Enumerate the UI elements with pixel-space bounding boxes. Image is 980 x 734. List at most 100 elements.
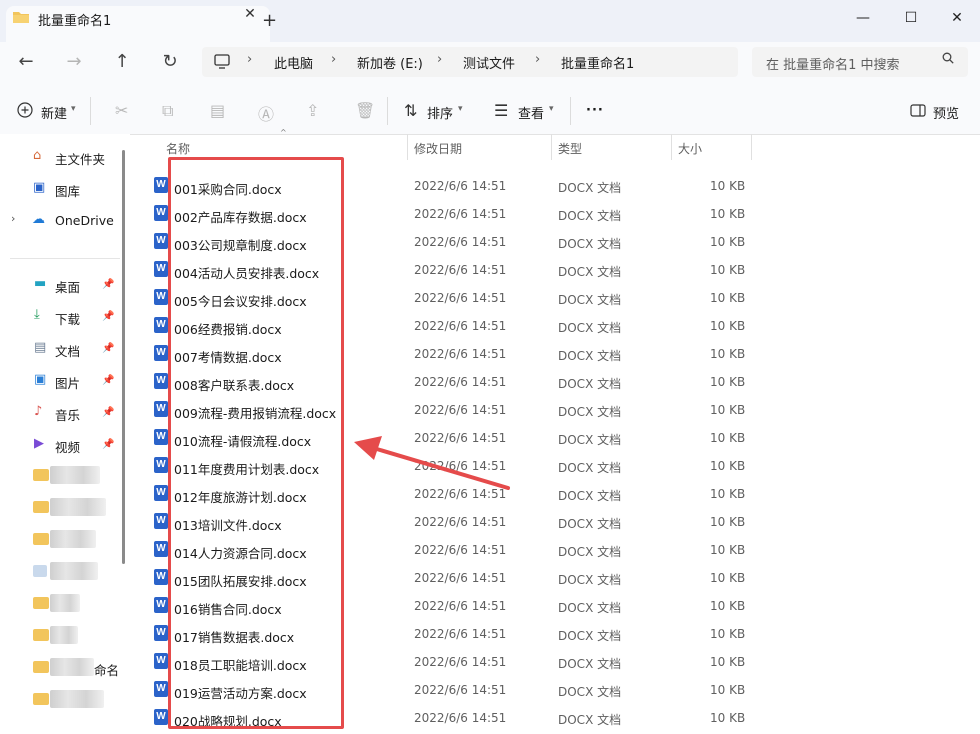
word-document-icon: W bbox=[154, 289, 168, 305]
column-header-size[interactable]: 大小 bbox=[678, 140, 702, 157]
paste-icon[interactable]: ▤ bbox=[210, 101, 225, 120]
file-modified-date: 2022/6/6 14:51 bbox=[414, 627, 507, 641]
music-icon: ♪ bbox=[34, 404, 43, 419]
file-size: 10 KB bbox=[710, 207, 746, 221]
word-document-icon: W bbox=[154, 457, 168, 473]
close-button[interactable]: ✕ bbox=[934, 4, 980, 32]
file-type: DOCX 文档 bbox=[558, 265, 622, 279]
column-header-type[interactable]: 类型 bbox=[558, 140, 582, 157]
file-modified-date: 2022/6/6 14:51 bbox=[414, 235, 507, 249]
sidebar-item-blurred[interactable] bbox=[50, 562, 98, 580]
column-header-name[interactable]: 名称 bbox=[166, 140, 190, 157]
chevron-down-icon: ▾ bbox=[549, 104, 554, 114]
forward-button[interactable]: → bbox=[62, 50, 86, 74]
chevron-down-icon: ▾ bbox=[458, 104, 463, 114]
preview-button[interactable]: 预览 bbox=[933, 103, 959, 122]
file-modified-date: 2022/6/6 14:51 bbox=[414, 207, 507, 221]
search-icon[interactable] bbox=[942, 52, 954, 64]
file-type: DOCX 文档 bbox=[558, 321, 622, 335]
breadcrumb-current-folder[interactable]: 批量重命名1 bbox=[561, 53, 634, 72]
sort-button[interactable]: 排序 bbox=[427, 103, 453, 122]
file-type: DOCX 文档 bbox=[558, 685, 622, 699]
folder-icon bbox=[33, 597, 49, 609]
more-options-button[interactable]: ··· bbox=[586, 103, 604, 118]
file-modified-date: 2022/6/6 14:51 bbox=[414, 291, 507, 305]
file-type: DOCX 文档 bbox=[558, 433, 622, 447]
cut-icon[interactable]: ✂ bbox=[115, 101, 128, 120]
sidebar-item-blurred[interactable] bbox=[50, 626, 78, 644]
chevron-down-icon: ▾ bbox=[71, 104, 76, 114]
breadcrumb-drive[interactable]: 新加卷 (E:) bbox=[357, 53, 423, 72]
file-modified-date: 2022/6/6 14:51 bbox=[414, 347, 507, 361]
column-divider[interactable] bbox=[407, 134, 408, 160]
up-button[interactable]: ↑ bbox=[110, 50, 134, 74]
sidebar-item-music[interactable]: 音乐 bbox=[55, 405, 80, 424]
tab-close-icon[interactable]: ✕ bbox=[240, 6, 260, 22]
gallery-icon: ▣ bbox=[33, 180, 46, 195]
pin-icon: 📌 bbox=[102, 343, 115, 354]
tab-title: 批量重命名1 bbox=[38, 14, 112, 29]
new-button[interactable]: 新建 bbox=[41, 103, 67, 122]
sidebar-scrollbar[interactable] bbox=[122, 150, 125, 564]
sidebar-item-downloads[interactable]: 下载 bbox=[55, 309, 80, 328]
maximize-button[interactable]: ☐ bbox=[888, 4, 934, 32]
file-size: 10 KB bbox=[710, 347, 746, 361]
copy-icon[interactable]: ⧉ bbox=[162, 101, 173, 121]
file-type: DOCX 文档 bbox=[558, 545, 622, 559]
computer-icon bbox=[214, 54, 230, 69]
sidebar-item-blurred[interactable] bbox=[50, 530, 96, 548]
word-document-icon: W bbox=[154, 205, 168, 221]
share-icon[interactable]: ⇪ bbox=[306, 101, 319, 120]
breadcrumb-this-pc[interactable]: 此电脑 bbox=[274, 53, 313, 72]
minimize-button[interactable]: — bbox=[840, 4, 886, 32]
file-size: 10 KB bbox=[710, 627, 746, 641]
expand-chevron-icon[interactable]: › bbox=[11, 212, 15, 225]
file-type: DOCX 文档 bbox=[558, 293, 622, 307]
word-document-icon: W bbox=[154, 597, 168, 613]
column-divider[interactable] bbox=[551, 134, 552, 160]
sidebar-item-blurred[interactable] bbox=[50, 466, 100, 484]
home-icon: ⌂ bbox=[33, 148, 42, 163]
sidebar-item-blurred[interactable] bbox=[50, 594, 80, 612]
word-document-icon: W bbox=[154, 681, 168, 697]
refresh-button[interactable]: ↻ bbox=[158, 50, 182, 74]
preview-pane-icon bbox=[910, 104, 926, 117]
pin-icon: 📌 bbox=[102, 439, 115, 450]
file-type: DOCX 文档 bbox=[558, 713, 622, 727]
file-size: 10 KB bbox=[710, 459, 746, 473]
sidebar-item-pictures[interactable]: 图片 bbox=[55, 373, 80, 392]
file-type: DOCX 文档 bbox=[558, 209, 622, 223]
new-tab-button[interactable]: + bbox=[262, 10, 277, 31]
file-size: 10 KB bbox=[710, 235, 746, 249]
file-modified-date: 2022/6/6 14:51 bbox=[414, 543, 507, 557]
sidebar-item-blurred[interactable] bbox=[50, 658, 94, 676]
file-modified-date: 2022/6/6 14:51 bbox=[414, 179, 507, 193]
column-divider[interactable] bbox=[751, 134, 752, 160]
sidebar-item-blurred[interactable] bbox=[50, 498, 106, 516]
sidebar-item-blurred[interactable] bbox=[50, 690, 104, 708]
file-type: DOCX 文档 bbox=[558, 489, 622, 503]
file-type: DOCX 文档 bbox=[558, 573, 622, 587]
video-icon: ▶ bbox=[34, 436, 44, 451]
file-modified-date: 2022/6/6 14:51 bbox=[414, 319, 507, 333]
sidebar-item-home[interactable]: 主文件夹 bbox=[55, 149, 105, 168]
word-document-icon: W bbox=[154, 569, 168, 585]
sidebar-item-videos[interactable]: 视频 bbox=[55, 437, 80, 456]
delete-icon[interactable]: 🗑 bbox=[355, 101, 375, 120]
back-button[interactable]: ← bbox=[14, 50, 38, 74]
file-modified-date: 2022/6/6 14:51 bbox=[414, 683, 507, 697]
sidebar-item-documents[interactable]: 文档 bbox=[55, 341, 80, 360]
sidebar-item-onedrive[interactable]: OneDrive bbox=[55, 213, 114, 228]
rename-icon[interactable]: Ⓐ bbox=[258, 101, 274, 125]
divider bbox=[10, 258, 120, 259]
sidebar-item-gallery[interactable]: 图库 bbox=[55, 181, 80, 200]
file-type: DOCX 文档 bbox=[558, 601, 622, 615]
sidebar-item-desktop[interactable]: 桌面 bbox=[55, 277, 80, 296]
view-button[interactable]: 查看 bbox=[518, 103, 544, 122]
breadcrumb-test-folder[interactable]: 测试文件 bbox=[463, 53, 515, 72]
column-header-modified[interactable]: 修改日期 bbox=[414, 140, 462, 157]
file-size: 10 KB bbox=[710, 431, 746, 445]
file-size: 10 KB bbox=[710, 403, 746, 417]
sidebar-item-partial-label: 命名 bbox=[94, 663, 120, 678]
column-divider[interactable] bbox=[671, 134, 672, 160]
